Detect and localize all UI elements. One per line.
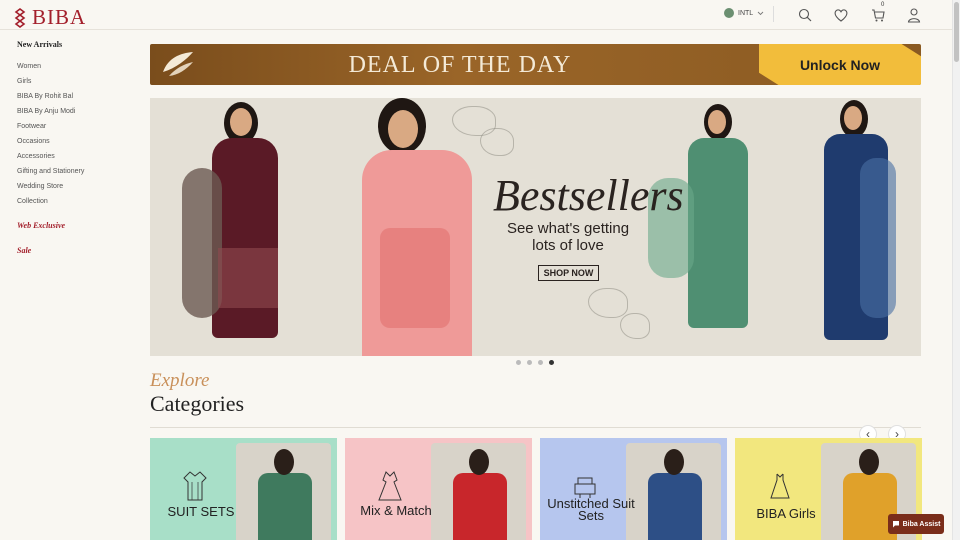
biba-assist-button[interactable]: Biba Assist — [888, 514, 944, 534]
dress-icon — [378, 471, 402, 501]
deal-title: DEAL OF THE DAY — [348, 52, 572, 78]
flower-sketch — [588, 288, 628, 318]
cart-count-badge: 0 — [881, 2, 885, 8]
category-label: Mix & Match — [360, 503, 432, 518]
search-icon[interactable] — [797, 7, 813, 23]
category-label: BIBA Girls — [756, 506, 816, 521]
sidebar-item-rohit-bal[interactable]: BIBA By Rohit Bal — [17, 91, 137, 106]
category-card-unstitched[interactable]: Unstitched Suit Sets — [540, 438, 727, 540]
sidebar-item-girls[interactable]: Girls — [17, 76, 137, 91]
sidebar-item-wedding-store[interactable]: Wedding Store — [17, 181, 137, 196]
sidebar-item-anju-modi[interactable]: BIBA By Anju Modi — [17, 106, 137, 121]
unlock-now-button[interactable]: Unlock Now — [759, 44, 921, 85]
header-divider — [773, 6, 774, 22]
frock-icon — [770, 473, 790, 499]
sidebar-item-occasions[interactable]: Occasions — [17, 136, 137, 151]
carousel-dot[interactable] — [527, 360, 532, 365]
globe-icon — [724, 8, 734, 18]
biba-assist-label: Biba Assist — [902, 520, 941, 528]
category-label: Unstitched Suit Sets — [547, 496, 635, 523]
carousel-dot[interactable] — [549, 360, 554, 365]
model-image — [648, 98, 768, 356]
section-kicker: Explore — [150, 370, 210, 391]
shop-now-button[interactable]: SHOP NOW — [538, 265, 599, 281]
section-divider — [150, 427, 921, 428]
scrollbar-thumb[interactable] — [954, 2, 959, 62]
category-card-suit-sets[interactable]: SUIT SETS — [150, 438, 337, 540]
category-label: SUIT SETS — [167, 504, 235, 519]
category-image — [236, 443, 331, 540]
flower-sketch — [620, 313, 650, 339]
sidebar-item-web-exclusive[interactable]: Web Exclusive — [17, 221, 137, 230]
brand-logo[interactable]: BIBA — [14, 5, 86, 30]
cart-icon[interactable] — [870, 7, 886, 23]
sidebar-item-sale[interactable]: Sale — [17, 246, 137, 255]
site-header: BIBA INTL 0 — [0, 0, 952, 30]
carousel-dots — [516, 360, 554, 365]
sidebar-item-new-arrivals[interactable]: New Arrivals — [17, 40, 137, 49]
region-selector[interactable]: INTL — [724, 8, 764, 18]
biba-logo-icon — [14, 7, 26, 28]
deal-of-the-day-banner[interactable]: DEAL OF THE DAY Unlock Now — [150, 44, 921, 85]
category-image — [626, 443, 721, 540]
hero-title: Bestsellers — [493, 171, 684, 220]
hero-subtitle: See what's getting lots of love — [506, 220, 630, 254]
carousel-dot[interactable] — [516, 360, 521, 365]
sidebar-item-collection[interactable]: Collection — [17, 196, 137, 211]
chat-icon — [892, 521, 899, 528]
region-label: INTL — [738, 9, 754, 17]
section-title: Categories — [150, 391, 245, 416]
sidebar-item-gifting[interactable]: Gifting and Stationery — [17, 166, 137, 181]
hero-carousel[interactable]: Bestsellers See what's getting lots of l… — [150, 98, 921, 356]
kurta-icon — [183, 471, 207, 501]
category-image — [431, 443, 526, 540]
page-scrollbar[interactable] — [952, 0, 960, 540]
brand-name: BIBA — [32, 5, 87, 29]
chevron-down-icon — [757, 11, 764, 15]
sidebar-item-footwear[interactable]: Footwear — [17, 121, 137, 136]
model-image — [800, 98, 910, 356]
model-image — [340, 98, 490, 356]
category-sidebar: New Arrivals Women Girls BIBA By Rohit B… — [17, 40, 137, 255]
category-card-mix-match[interactable]: Mix & Match — [345, 438, 532, 540]
carousel-dot[interactable] — [538, 360, 543, 365]
model-image — [172, 98, 302, 356]
user-icon[interactable] — [906, 7, 922, 23]
sidebar-item-accessories[interactable]: Accessories — [17, 151, 137, 166]
heart-icon[interactable] — [833, 7, 849, 23]
sidebar-item-women[interactable]: Women — [17, 61, 137, 76]
